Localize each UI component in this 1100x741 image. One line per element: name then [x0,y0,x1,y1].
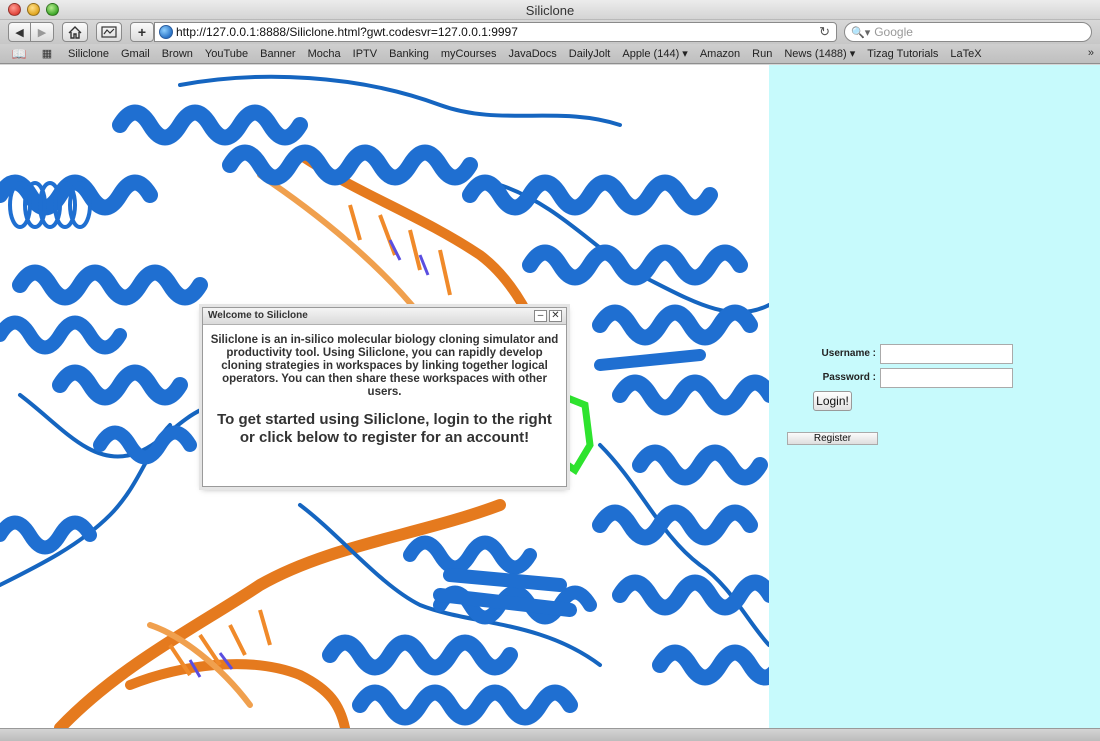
bookmark-banking[interactable]: Banking [389,48,429,60]
bookmark-news[interactable]: News (1488) ▾ [784,47,855,60]
bookmark-apple[interactable]: Apple (144) ▾ [622,47,687,60]
bookmark-siliclone[interactable]: Siliclone [68,48,109,60]
welcome-dialog: Welcome to Siliclone – ✕ Siliclone is an… [202,307,567,487]
login-button[interactable]: Login! [813,391,852,411]
bookmark-gmail[interactable]: Gmail [121,48,150,60]
username-label: Username : [821,348,876,359]
reload-icon[interactable]: ↻ [819,24,830,40]
bookmark-tizag-tutorials[interactable]: Tizag Tutorials [867,48,938,60]
dialog-body: Siliclone is an in-silico molecular biol… [203,325,566,447]
show-bookmarks-button[interactable] [96,22,122,42]
dialog-header[interactable]: Welcome to Siliclone – ✕ [203,308,566,325]
show-bookmarks-icon [101,26,117,38]
dialog-call-to-action: To get started using Siliclone, login to… [217,411,552,446]
login-panel: Username : Password : Login! Register [769,65,1100,728]
bookmark-run[interactable]: Run [752,48,772,60]
address-bar[interactable]: http://127.0.0.1:8888/Siliclone.html?gwt… [154,22,837,42]
home-button[interactable] [62,22,88,42]
top-sites-icon[interactable]: ▦ [38,47,56,60]
bookmark-banner[interactable]: Banner [260,48,295,60]
password-field[interactable] [880,368,1013,388]
browser-toolbar: ◀ ▶ + http://127.0.0.1:8888/Siliclone.ht… [0,20,1100,44]
status-bar [0,728,1100,741]
search-icon: 🔍▾ [851,26,871,39]
search-placeholder: Google [874,25,913,39]
forward-button[interactable]: ▶ [31,22,54,42]
bookmark-dailyjolt[interactable]: DailyJolt [569,48,611,60]
bookmarks-bar: 📖 ▦ Siliclone Gmail Brown YouTube Banner… [0,44,1100,64]
bookmark-javadocs[interactable]: JavaDocs [508,48,556,60]
bookmark-mocha[interactable]: Mocha [308,48,341,60]
search-input[interactable]: 🔍▾ Google [844,22,1092,42]
password-label: Password : [822,372,876,383]
username-field[interactable] [880,344,1013,364]
dialog-title: Welcome to Siliclone [208,310,308,321]
home-icon [68,25,82,39]
bookmark-brown[interactable]: Brown [162,48,193,60]
bookmark-latex[interactable]: LaTeX [950,48,981,60]
reading-list-icon[interactable]: 📖 [10,47,28,61]
back-arrow-icon: ◀ [15,26,24,39]
bookmarks-overflow-icon[interactable]: » [1088,47,1094,59]
window-title: Siliclone [525,3,575,18]
bookmark-amazon[interactable]: Amazon [700,48,740,60]
add-bookmark-button[interactable]: + [130,22,154,42]
dialog-minimize-icon[interactable]: – [534,310,547,322]
globe-icon [159,25,173,39]
register-button[interactable]: Register [787,432,878,445]
dialog-intro-text: Siliclone is an in-silico molecular biol… [210,334,559,398]
page-content: Username : Password : Login! Register We… [0,65,1100,728]
window-titlebar: Siliclone [0,0,1100,20]
bookmark-iptv[interactable]: IPTV [353,48,377,60]
forward-arrow-icon: ▶ [37,26,47,39]
bookmark-mycourses[interactable]: myCourses [441,48,497,60]
back-button[interactable]: ◀ [8,22,31,42]
bookmark-youtube[interactable]: YouTube [205,48,248,60]
url-text[interactable]: http://127.0.0.1:8888/Siliclone.html?gwt… [176,25,819,39]
dialog-close-icon[interactable]: ✕ [549,310,562,322]
